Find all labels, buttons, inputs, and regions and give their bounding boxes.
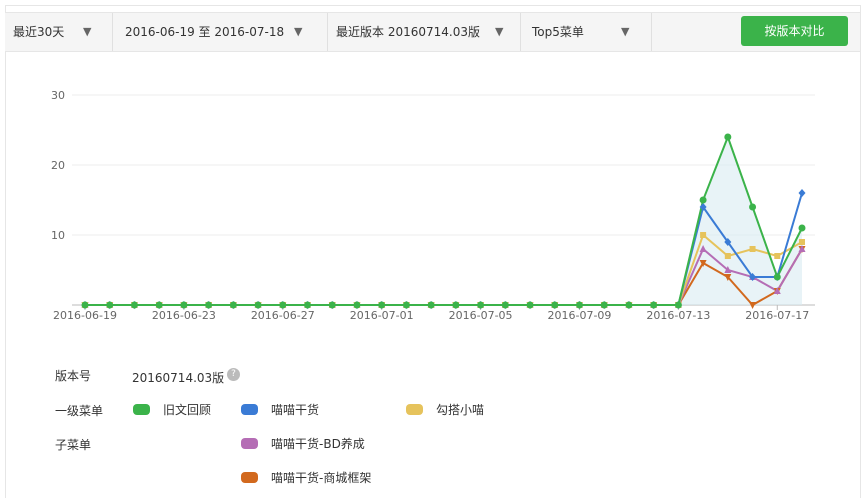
data-point xyxy=(600,301,608,309)
legend-label: 喵喵干货-商城框架 xyxy=(271,471,372,485)
chevron-down-icon: ▼ xyxy=(83,25,92,38)
chart-area xyxy=(85,137,802,305)
legend-label: 勾搭小喵 xyxy=(436,403,485,417)
version-dropdown[interactable]: 最近版本 20160714.03版 ▼ xyxy=(328,13,521,51)
x-tick-label: 2016-07-09 xyxy=(548,309,612,322)
legend-swatch xyxy=(406,404,423,415)
data-point xyxy=(724,133,732,141)
x-tick-label: 2016-07-13 xyxy=(646,309,710,322)
data-point xyxy=(328,301,336,309)
data-point xyxy=(81,301,89,309)
data-point xyxy=(699,196,707,204)
chevron-down-icon: ▼ xyxy=(294,25,303,38)
y-tick-label: 30 xyxy=(51,89,65,102)
data-point xyxy=(402,301,410,309)
chevron-down-icon: ▼ xyxy=(621,25,630,38)
series-area xyxy=(85,137,802,305)
date-range-dropdown[interactable]: 2016-06-19 至 2016-07-18 ▼ xyxy=(113,13,328,51)
data-point xyxy=(798,189,806,197)
version-label: 版本号 xyxy=(55,369,92,383)
data-point xyxy=(304,301,312,309)
y-axis-labels: 10 20 30 xyxy=(51,89,65,242)
data-point xyxy=(551,301,559,309)
legend-swatch xyxy=(241,438,258,449)
legend-label: 喵喵干货 xyxy=(271,403,320,417)
data-point xyxy=(353,301,361,309)
data-point xyxy=(674,301,682,309)
range-label: 最近30天 xyxy=(13,25,65,39)
x-tick-label: 2016-06-23 xyxy=(152,309,216,322)
version-select-label: 最近版本 20160714.03版 xyxy=(336,25,480,39)
data-point xyxy=(774,253,781,259)
date-range-label: 2016-06-19 至 2016-07-18 xyxy=(125,25,285,39)
data-point xyxy=(724,253,731,259)
data-point xyxy=(180,301,188,309)
x-tick-label: 2016-06-19 xyxy=(53,309,117,322)
sub-menu-label: 子菜单 xyxy=(55,438,92,452)
level1-menu-label: 一级菜单 xyxy=(55,404,104,418)
legend-label: 喵喵干货-BD养成 xyxy=(271,437,365,451)
legend-swatch xyxy=(133,404,150,415)
y-tick-label: 10 xyxy=(51,229,65,242)
data-point xyxy=(773,273,781,281)
data-point xyxy=(477,301,485,309)
data-point xyxy=(205,301,213,309)
data-point xyxy=(452,301,460,309)
legend-label: 旧文回顾 xyxy=(163,403,212,417)
x-tick-label: 2016-06-27 xyxy=(251,309,315,322)
range-dropdown[interactable]: 最近30天 ▼ xyxy=(5,13,113,51)
legend-swatch xyxy=(241,404,258,415)
x-tick-label: 2016-07-01 xyxy=(350,309,414,322)
data-point xyxy=(427,301,435,309)
filter-toolbar: 最近30天 ▼ 2016-06-19 至 2016-07-18 ▼ 最近版本 2… xyxy=(5,12,860,52)
compare-by-version-button[interactable]: 按版本对比 xyxy=(741,16,848,46)
data-point xyxy=(254,301,262,309)
data-point xyxy=(155,301,163,309)
data-point xyxy=(625,301,633,309)
x-axis-labels: 2016-06-19 2016-06-23 2016-06-27 2016-07-01… xyxy=(53,309,809,322)
help-icon[interactable]: ? xyxy=(227,368,240,381)
data-point xyxy=(501,301,509,309)
data-point xyxy=(749,246,756,252)
data-point xyxy=(575,301,583,309)
data-point xyxy=(799,239,805,245)
version-value: 20160714.03版 xyxy=(132,371,225,385)
top-menu-dropdown[interactable]: Top5菜单 ▼ xyxy=(521,13,652,51)
data-point xyxy=(526,301,534,309)
data-point xyxy=(378,301,386,309)
data-point xyxy=(229,301,237,309)
x-tick-label: 2016-07-17 xyxy=(745,309,809,322)
data-point xyxy=(700,232,707,238)
trend-chart: 2016-06-19 2016-06-23 2016-06-27 2016-07-01… xyxy=(51,89,815,322)
y-tick-label: 20 xyxy=(51,159,65,172)
data-point xyxy=(279,301,287,309)
data-point xyxy=(798,224,806,232)
data-point xyxy=(130,301,138,309)
x-tick-label: 2016-07-05 xyxy=(449,309,513,322)
top-menu-label: Top5菜单 xyxy=(532,25,584,39)
chevron-down-icon: ▼ xyxy=(495,25,504,38)
data-point xyxy=(650,301,658,309)
legend-swatch xyxy=(241,472,258,483)
data-point xyxy=(749,203,757,211)
data-point xyxy=(106,301,114,309)
